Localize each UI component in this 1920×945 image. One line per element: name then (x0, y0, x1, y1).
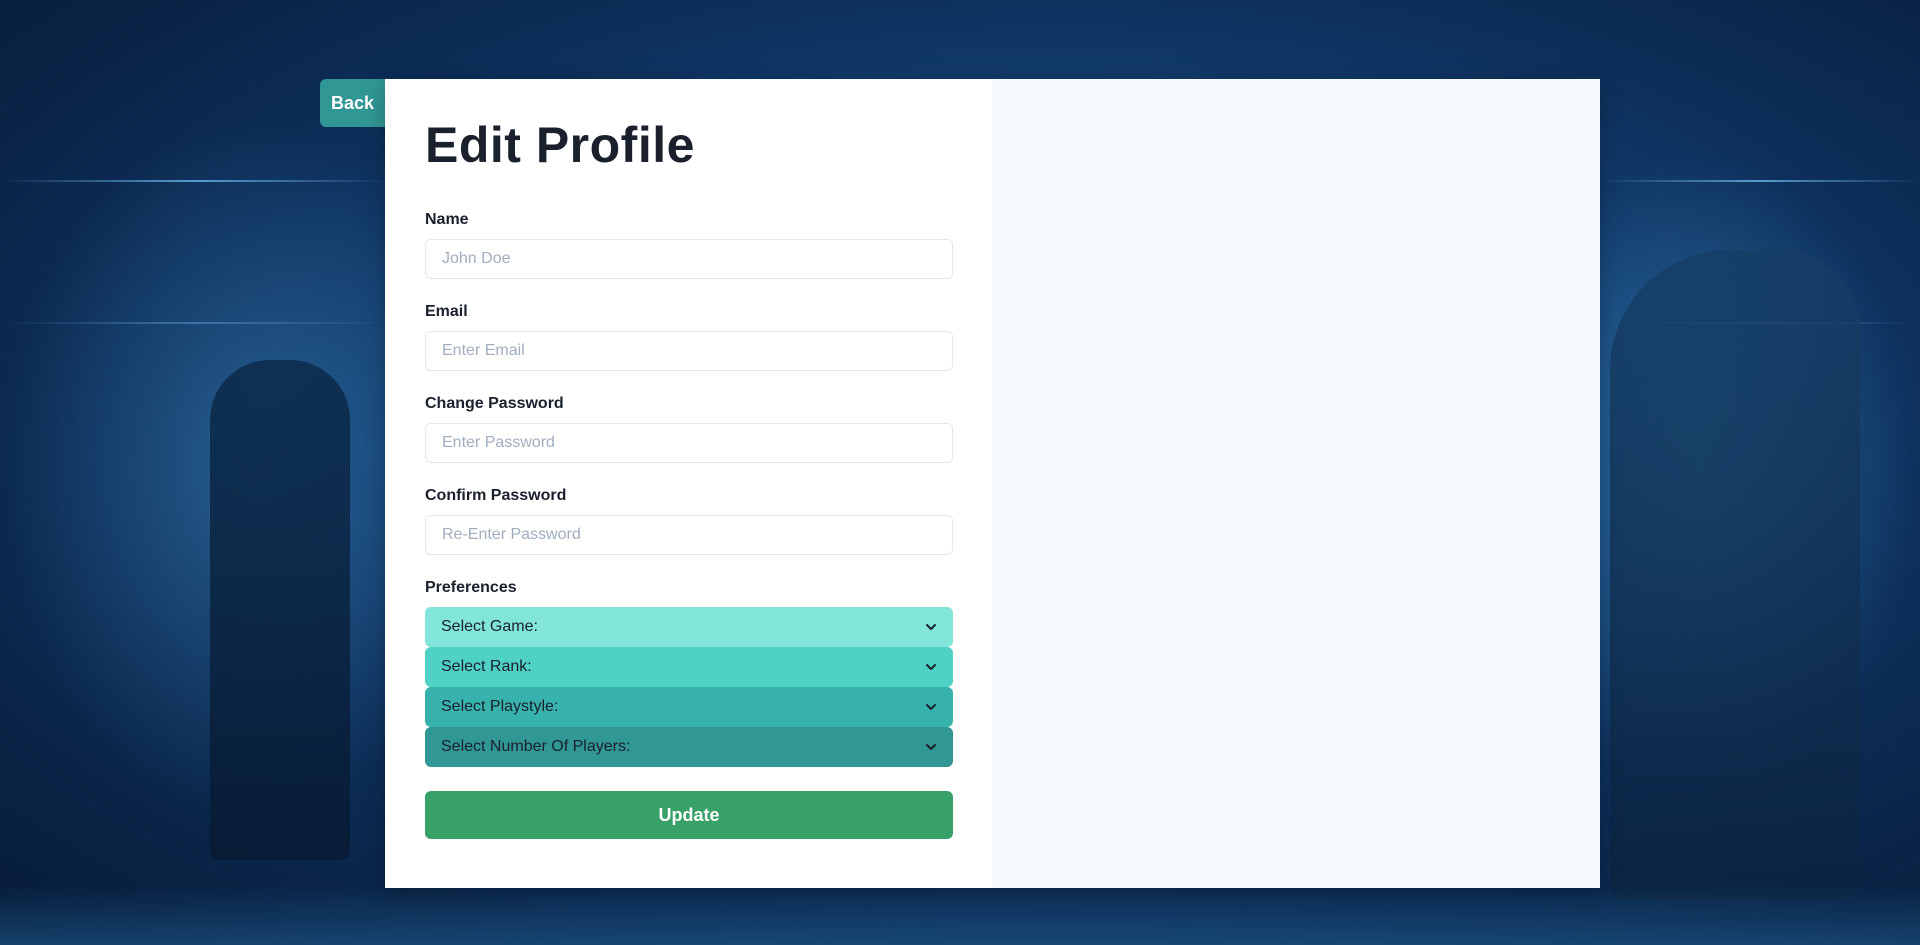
confirm-password-input[interactable] (425, 515, 953, 555)
preferences-group: Preferences Select Game: Select Rank: Se… (425, 579, 953, 767)
select-game-dropdown[interactable]: Select Game: (425, 607, 953, 647)
change-password-input[interactable] (425, 423, 953, 463)
chevron-down-icon (926, 624, 936, 630)
select-number-of-players-label: Select Number Of Players: (441, 738, 631, 755)
change-password-label: Change Password (425, 395, 564, 412)
background-circuit-line (0, 180, 390, 182)
change-password-field-group: Change Password (425, 395, 953, 463)
page-title: Edit Profile (425, 117, 695, 173)
select-number-of-players-dropdown[interactable]: Select Number Of Players: (425, 727, 953, 767)
background-circuit-line (1600, 180, 1920, 182)
email-field-group: Email (425, 303, 953, 371)
chevron-down-icon (926, 664, 936, 670)
edit-profile-card: Edit Profile Name Email Change Password … (385, 79, 1600, 888)
background-circuit-line (0, 322, 390, 324)
page-background: Back Edit Profile Name Email Change Pass… (0, 0, 1920, 945)
chevron-down-icon (926, 704, 936, 710)
back-button[interactable]: Back (320, 79, 385, 127)
name-field-group: Name (425, 211, 953, 279)
right-panel (992, 79, 1600, 888)
select-rank-label: Select Rank: (441, 658, 532, 675)
confirm-password-label: Confirm Password (425, 487, 567, 504)
select-playstyle-dropdown[interactable]: Select Playstyle: (425, 687, 953, 727)
chevron-down-icon (926, 744, 936, 750)
select-rank-dropdown[interactable]: Select Rank: (425, 647, 953, 687)
confirm-password-field-group: Confirm Password (425, 487, 953, 555)
email-label: Email (425, 303, 468, 320)
background-character-right (1610, 250, 1860, 900)
edit-profile-form: Edit Profile Name Email Change Password … (385, 79, 992, 888)
preferences-label: Preferences (425, 579, 517, 596)
background-character-left (210, 360, 350, 860)
select-game-label: Select Game: (441, 618, 538, 635)
name-label: Name (425, 211, 469, 228)
select-playstyle-label: Select Playstyle: (441, 698, 559, 715)
email-input[interactable] (425, 331, 953, 371)
name-input[interactable] (425, 239, 953, 279)
background-floor-glow (0, 885, 1920, 945)
update-button[interactable]: Update (425, 791, 953, 839)
